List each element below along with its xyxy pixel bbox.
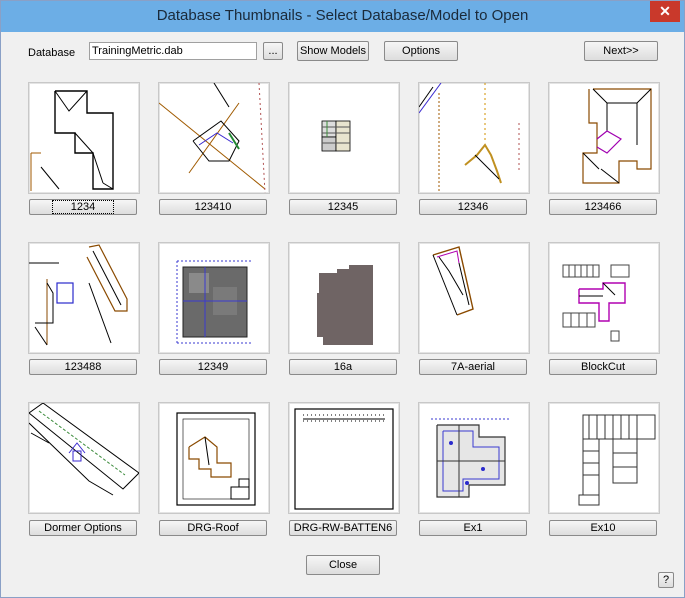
roof-plan-thumbnail — [419, 83, 520, 191]
browse-button[interactable]: ... — [263, 42, 283, 60]
database-label: Database — [28, 47, 76, 59]
options-button[interactable]: Options — [384, 41, 458, 61]
roof-plan-thumbnail — [431, 418, 511, 498]
thumbnail-12345[interactable] — [288, 82, 400, 194]
thumbnail-label-button[interactable]: 12346 — [419, 199, 527, 215]
roof-plan-thumbnail — [432, 246, 474, 316]
thumbnail-label-button[interactable]: 16a — [289, 359, 397, 375]
thumbnail-label-button[interactable]: 123488 — [29, 359, 137, 375]
thumbnail-drg-roof[interactable] — [158, 402, 270, 514]
thumbnail-123488[interactable] — [28, 242, 140, 354]
thumbnail-label-button[interactable]: Dormer Options — [29, 520, 137, 536]
thumbnail-label-button[interactable]: 7A-aerial — [419, 359, 527, 375]
roof-plan-thumbnail — [562, 264, 630, 342]
roof-plan-thumbnail — [29, 244, 128, 346]
next-button[interactable]: Next>> — [584, 41, 658, 61]
thumbnail-label-button[interactable]: 12345 — [289, 199, 397, 215]
thumbnail-label-button[interactable]: DRG-Roof — [159, 520, 267, 536]
roof-plan-thumbnail — [29, 403, 139, 496]
thumbnail-label-button[interactable]: Ex10 — [549, 520, 657, 536]
roof-plan-thumbnail — [317, 265, 373, 345]
close-button[interactable]: Close — [306, 555, 380, 575]
roof-plan-thumbnail — [176, 260, 253, 344]
window-close-button[interactable]: ✕ — [650, 1, 680, 22]
thumbnail-label-button[interactable]: 1234 — [29, 199, 137, 215]
title-bar[interactable]: Database Thumbnails - Select Database/Mo… — [1, 1, 684, 32]
thumbnail-1234[interactable] — [28, 82, 140, 194]
database-input[interactable] — [89, 42, 257, 60]
thumbnail-label-button[interactable]: 12349 — [159, 359, 267, 375]
roof-plan-thumbnail — [578, 414, 656, 506]
thumbnail-16a[interactable] — [288, 242, 400, 354]
thumbnail-label-button[interactable]: BlockCut — [549, 359, 657, 375]
thumbnail-ex1[interactable] — [418, 402, 530, 514]
thumbnail-blockcut[interactable] — [548, 242, 660, 354]
window-title: Database Thumbnails - Select Database/Mo… — [156, 7, 529, 24]
roof-plan-thumbnail — [159, 83, 266, 193]
thumbnail-label-button[interactable]: 123410 — [159, 199, 267, 215]
thumbnail-dormer-options[interactable] — [28, 402, 140, 514]
thumbnail-7a-aerial[interactable] — [418, 242, 530, 354]
roof-plan-thumbnail — [176, 412, 256, 506]
thumbnail-12346[interactable] — [418, 82, 530, 194]
thumbnail-123466[interactable] — [548, 82, 660, 194]
roof-plan-thumbnail — [294, 408, 394, 510]
roof-plan-thumbnail — [582, 88, 652, 184]
thumbnail-label-button[interactable]: Ex1 — [419, 520, 527, 536]
thumbnail-12349[interactable] — [158, 242, 270, 354]
roof-plan-thumbnail — [30, 90, 114, 191]
show-models-button[interactable]: Show Models — [297, 41, 369, 61]
thumbnail-ex10[interactable] — [548, 402, 660, 514]
dialog-window: Database Thumbnails - Select Database/Mo… — [0, 0, 685, 598]
thumbnail-drg-rw-batten6[interactable] — [288, 402, 400, 514]
help-button[interactable]: ? — [658, 572, 674, 588]
roof-plan-thumbnail — [321, 120, 351, 152]
thumbnail-label-button[interactable]: 123466 — [549, 199, 657, 215]
thumbnail-label-button[interactable]: DRG-RW-BATTEN6 — [289, 520, 397, 536]
thumbnail-123410[interactable] — [158, 82, 270, 194]
